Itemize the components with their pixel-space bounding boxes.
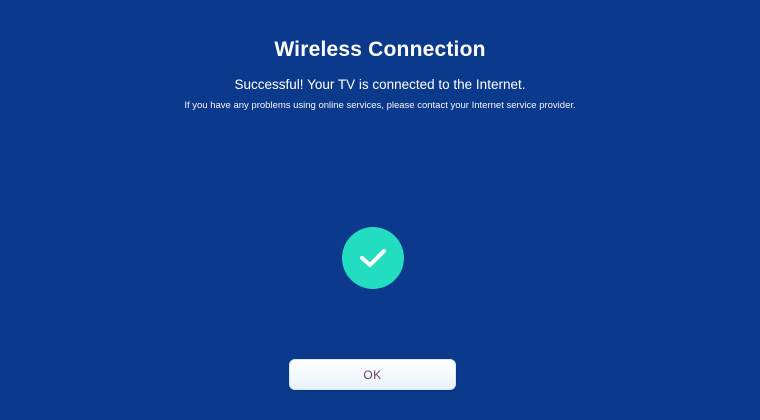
help-note: If you have any problems using online se… <box>184 100 576 111</box>
wireless-connection-screen: Wireless Connection Successful! Your TV … <box>0 0 760 420</box>
checkmark-icon <box>360 249 386 267</box>
success-message: Successful! Your TV is connected to the … <box>234 77 526 92</box>
ok-button[interactable]: OK <box>289 359 456 390</box>
page-title: Wireless Connection <box>274 38 486 61</box>
ok-button-label: OK <box>363 367 382 382</box>
success-status-indicator <box>342 227 404 289</box>
